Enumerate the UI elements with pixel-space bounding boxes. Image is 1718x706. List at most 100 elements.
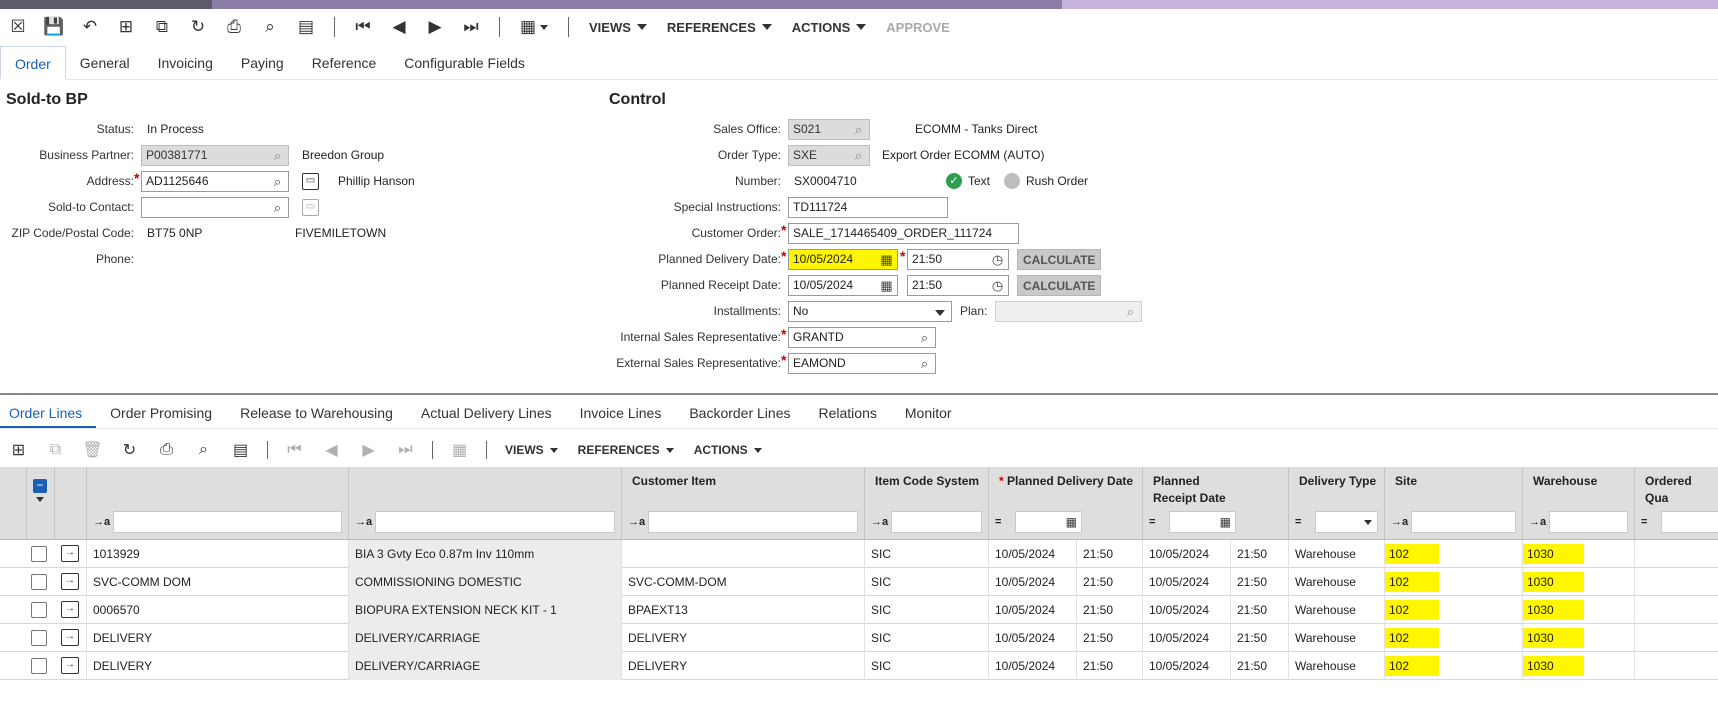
site-column-header[interactable]: Site →a	[1384, 467, 1522, 540]
ordered-qty-cell[interactable]	[1634, 596, 1718, 624]
planned-receipt-date-field[interactable]: 10/05/2024 ▦	[788, 275, 898, 296]
delivery-type-column-header[interactable]: Delivery Type =	[1288, 467, 1384, 540]
planned-receipt-date-cell[interactable]: 10/05/2024	[1142, 652, 1230, 680]
save-icon[interactable]: 💾	[36, 10, 72, 44]
check-circle-icon[interactable]: ✓	[946, 173, 962, 189]
row-checkbox[interactable]	[31, 546, 47, 562]
description-cell[interactable]: BIOPURA EXTENSION NECK KIT - 1	[348, 596, 621, 624]
contact-details-icon[interactable]: ▭	[302, 199, 319, 216]
warehouse-filter-input[interactable]	[1549, 511, 1628, 533]
tab-reference[interactable]: Reference	[298, 46, 391, 80]
planned-delivery-date-cell[interactable]: 10/05/2024	[988, 568, 1076, 596]
last-record-icon[interactable]: ⏭	[453, 10, 489, 44]
table-row[interactable]: → DELIVERY DELIVERY/CARRIAGE DELIVERY SIC 10/…	[0, 624, 1718, 652]
copy-record-icon[interactable]: ⧉	[144, 10, 180, 44]
address-field[interactable]: AD1125646 ⌕	[141, 171, 289, 192]
actions-menu[interactable]: ACTIONS	[782, 20, 877, 35]
calendar-icon[interactable]: ▦	[1066, 515, 1077, 529]
item-code-system-cell[interactable]: SIC	[864, 540, 988, 568]
planned-delivery-date-field[interactable]: 10/05/2024 ▦	[788, 249, 898, 270]
pane-splitter[interactable]	[0, 393, 1718, 395]
open-line-details-icon[interactable]: →	[61, 629, 79, 646]
item-cell[interactable]: DELIVERY	[86, 624, 348, 652]
open-line-details-icon[interactable]: →	[61, 573, 79, 590]
row-checkbox[interactable]	[31, 574, 47, 590]
lookup-icon[interactable]: ⌕	[916, 329, 933, 346]
ordered-qty-cell[interactable]	[1634, 652, 1718, 680]
item-code-system-cell[interactable]: SIC	[864, 652, 988, 680]
planned-receipt-date-cell[interactable]: 10/05/2024	[1142, 568, 1230, 596]
customer-item-column-header[interactable]: Customer Item →a	[621, 467, 864, 540]
site-cell[interactable]: 102	[1384, 624, 1522, 652]
references-menu[interactable]: REFERENCES	[568, 443, 684, 457]
first-record-icon[interactable]: ⏮	[276, 436, 313, 464]
planned-receipt-time-field[interactable]: 21:50 ◷	[907, 275, 1009, 296]
references-menu[interactable]: REFERENCES	[657, 20, 782, 35]
site-cell[interactable]: 102	[1384, 568, 1522, 596]
ordered-qty-cell[interactable]	[1634, 540, 1718, 568]
item-cell[interactable]: 0006570	[86, 596, 348, 624]
row-checkbox[interactable]	[31, 658, 47, 674]
tab-relations[interactable]: Relations	[810, 399, 891, 428]
delivery-type-cell[interactable]: Warehouse	[1288, 568, 1384, 596]
table-row[interactable]: → 0006570 BIOPURA EXTENSION NECK KIT - 1 BP…	[0, 596, 1718, 624]
planned-receipt-time-cell[interactable]: 21:50	[1230, 540, 1288, 568]
tab-order-promising[interactable]: Order Promising	[101, 399, 226, 428]
new-record-icon[interactable]: ⊞	[108, 10, 144, 44]
lookup-icon[interactable]: ⌕	[850, 147, 867, 164]
tab-invoice-lines[interactable]: Invoice Lines	[571, 399, 676, 428]
planned-receipt-date-column-header[interactable]: Planned Receipt Date = ▦	[1142, 467, 1288, 540]
print-icon[interactable]: ⎙	[216, 10, 252, 44]
item-cell[interactable]: 1013929	[86, 540, 348, 568]
tab-order-lines[interactable]: Order Lines	[0, 399, 97, 428]
lookup-icon[interactable]: ⌕	[1122, 303, 1139, 320]
open-line-details-icon[interactable]: →	[61, 545, 79, 562]
row-checkbox[interactable]	[31, 630, 47, 646]
refresh-icon[interactable]: ↻	[111, 436, 148, 464]
delete-line-icon[interactable]: 🗑	[74, 436, 111, 464]
calendar-icon[interactable]: ▦	[441, 436, 478, 464]
next-record-icon[interactable]: ▶	[417, 10, 453, 44]
previous-record-icon[interactable]: ◀	[381, 10, 417, 44]
item-cell[interactable]: DELIVERY	[86, 652, 348, 680]
site-cell[interactable]: 102	[1384, 596, 1522, 624]
search-icon[interactable]: ⌕	[185, 436, 222, 464]
print-icon[interactable]: ⎙	[148, 436, 185, 464]
ordered-qty-cell[interactable]	[1634, 624, 1718, 652]
rush-order-toggle-icon[interactable]	[1004, 173, 1020, 189]
site-cell[interactable]: 102	[1384, 652, 1522, 680]
filter-icon[interactable]: ▤	[288, 10, 324, 44]
tab-paying[interactable]: Paying	[227, 46, 298, 80]
tab-order[interactable]: Order	[0, 46, 66, 80]
calendar-icon[interactable]: ▦	[878, 277, 895, 294]
lookup-icon[interactable]: ⌕	[269, 173, 286, 190]
order-type-field[interactable]: SXE ⌕	[788, 145, 870, 166]
tab-release-to-warehousing[interactable]: Release to Warehousing	[231, 399, 407, 428]
warehouse-cell[interactable]: 1030	[1522, 568, 1634, 596]
planned-receipt-time-cell[interactable]: 21:50	[1230, 652, 1288, 680]
search-icon[interactable]: ⌕	[252, 10, 288, 44]
delivery-type-cell[interactable]: Warehouse	[1288, 624, 1384, 652]
row-checkbox[interactable]	[31, 602, 47, 618]
customer-item-cell[interactable]	[621, 540, 864, 568]
tab-monitor[interactable]: Monitor	[896, 399, 966, 428]
item-code-system-cell[interactable]: SIC	[864, 596, 988, 624]
planned-receipt-date-cell[interactable]: 10/05/2024	[1142, 596, 1230, 624]
clock-icon[interactable]: ◷	[989, 251, 1006, 268]
table-row[interactable]: → SVC-COMM DOM COMMISSIONING DOMESTIC SVC-C…	[0, 568, 1718, 596]
description-cell[interactable]: COMMISSIONING DOMESTIC	[348, 568, 621, 596]
planned-delivery-time-cell[interactable]: 21:50	[1076, 540, 1142, 568]
planned-delivery-date-cell[interactable]: 10/05/2024	[988, 540, 1076, 568]
filter-icon[interactable]: ▤	[222, 436, 259, 464]
planned-receipt-date-cell[interactable]: 10/05/2024	[1142, 540, 1230, 568]
next-record-icon[interactable]: ▶	[350, 436, 387, 464]
views-menu[interactable]: VIEWS	[495, 443, 568, 457]
lookup-icon[interactable]: ⌕	[916, 355, 933, 372]
clock-icon[interactable]: ◷	[989, 277, 1006, 294]
undo-icon[interactable]: ↶	[72, 10, 108, 44]
open-line-details-icon[interactable]: →	[61, 601, 79, 618]
lookup-icon[interactable]: ⌕	[269, 199, 286, 216]
site-filter-input[interactable]	[1411, 511, 1516, 533]
planned-receipt-date-filter-input[interactable]: ▦	[1169, 511, 1236, 533]
description-cell[interactable]: BIA 3 Gvty Eco 0.87m Inv 110mm	[348, 540, 621, 568]
